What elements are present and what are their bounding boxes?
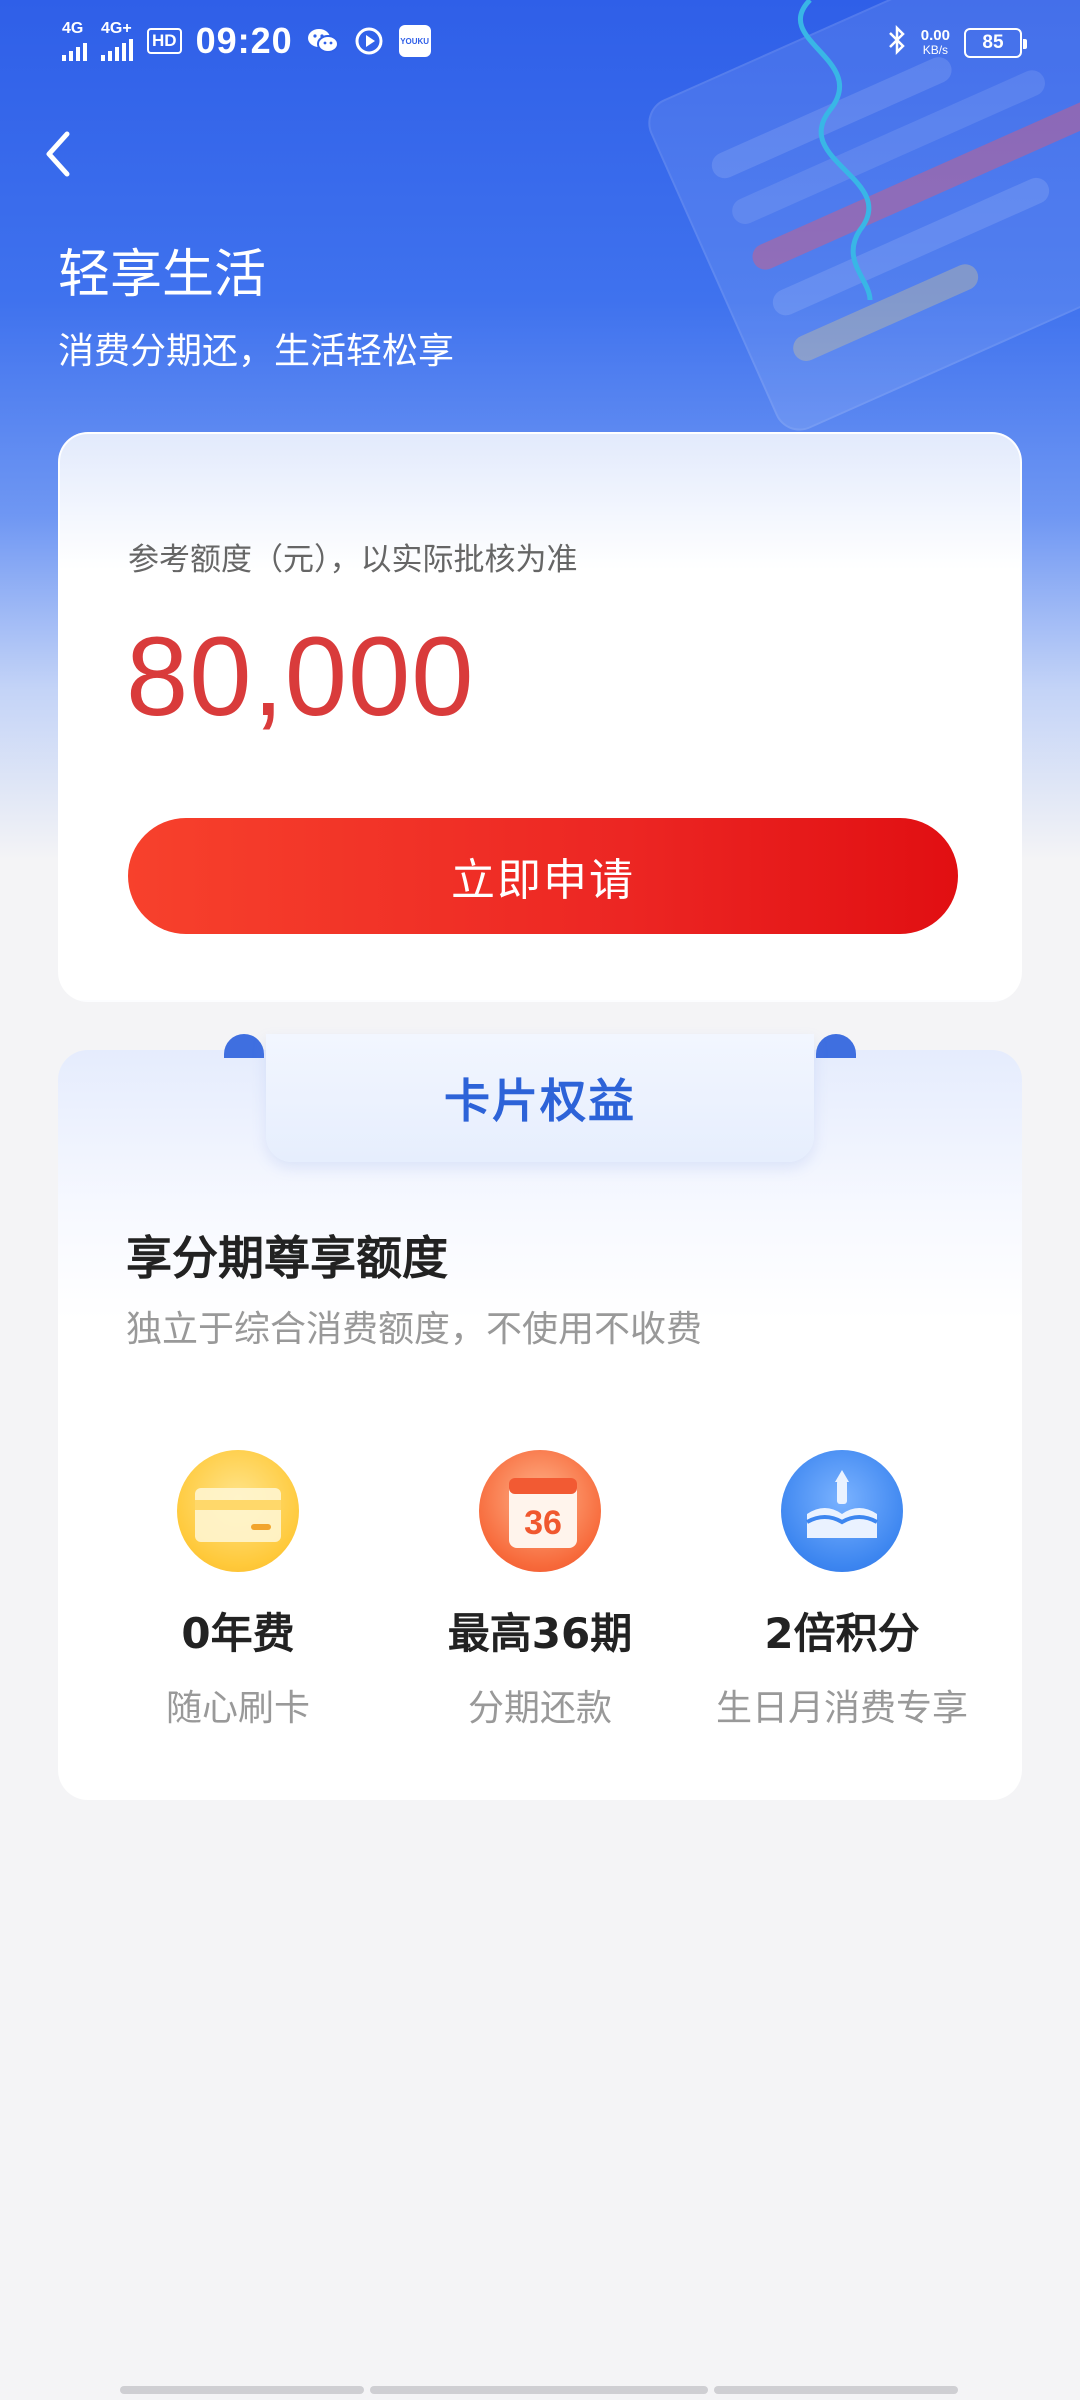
feature-points: 2倍积分 生日月消费专享 (692, 1450, 992, 1731)
benefit-title: 享分期尊享额度 (126, 1231, 448, 1285)
card-benefits-section: 享分期尊享额度 独立于综合消费额度，不使用不收费 0年费 随心刷卡 36 最高3… (58, 1050, 1022, 1800)
nav-indicator-right (714, 2386, 958, 2394)
play-icon (353, 25, 385, 57)
battery-indicator: 85 (964, 27, 1027, 58)
status-time: 09:20 (195, 20, 293, 61)
signal-4g-plus: 4G+ (101, 21, 133, 61)
benefit-subtitle: 独立于综合消费额度，不使用不收费 (126, 1309, 703, 1350)
bluetooth-icon (887, 24, 907, 61)
credit-limit-card: 参考额度（元），以实际批核为准 80,000 立即申请 (58, 432, 1022, 1002)
feature-annual-fee: 0年费 随心刷卡 (88, 1450, 388, 1731)
page-subtitle: 消费分期还，生活轻松享 (58, 331, 455, 372)
card-icon (177, 1450, 299, 1572)
wechat-icon (307, 25, 339, 57)
hd-badge: HD (147, 28, 182, 54)
feature-installments: 36 最高36期 分期还款 (390, 1450, 690, 1731)
back-button[interactable] (36, 124, 80, 184)
tab-card-benefits: 卡片权益 (266, 1034, 814, 1162)
chevron-left-icon (46, 131, 70, 177)
nav-indicator-left (120, 2386, 364, 2394)
network-speed: 0.00 KB/s (920, 26, 950, 57)
credit-label: 参考额度（元），以实际批核为准 (128, 542, 578, 578)
feature-subtitle: 生日月消费专享 (715, 1688, 968, 1729)
tab-ornament-left (224, 1034, 264, 1058)
feature-title: 0年费 (181, 1609, 295, 1658)
page-title: 轻享生活 (58, 245, 267, 305)
tab-ornament-right (816, 1034, 856, 1058)
calendar-icon: 36 (479, 1450, 601, 1572)
credit-amount: 80,000 (126, 614, 475, 739)
status-bar: 4G 4G+ HD 09:20 YOUKU 0.00 KB/s 85 (0, 0, 1080, 86)
youku-icon: YOUKU (398, 25, 431, 57)
apply-now-button[interactable]: 立即申请 (128, 818, 958, 934)
feature-title: 最高36期 (447, 1609, 633, 1658)
birthday-cake-icon (781, 1450, 903, 1572)
calendar-number: 36 (524, 1504, 562, 1542)
nav-indicator-center (370, 2386, 708, 2394)
feature-subtitle: 随心刷卡 (165, 1688, 310, 1729)
signal-4g: 4G (62, 21, 87, 61)
feature-subtitle: 分期还款 (467, 1688, 612, 1729)
feature-title: 2倍积分 (764, 1609, 920, 1658)
